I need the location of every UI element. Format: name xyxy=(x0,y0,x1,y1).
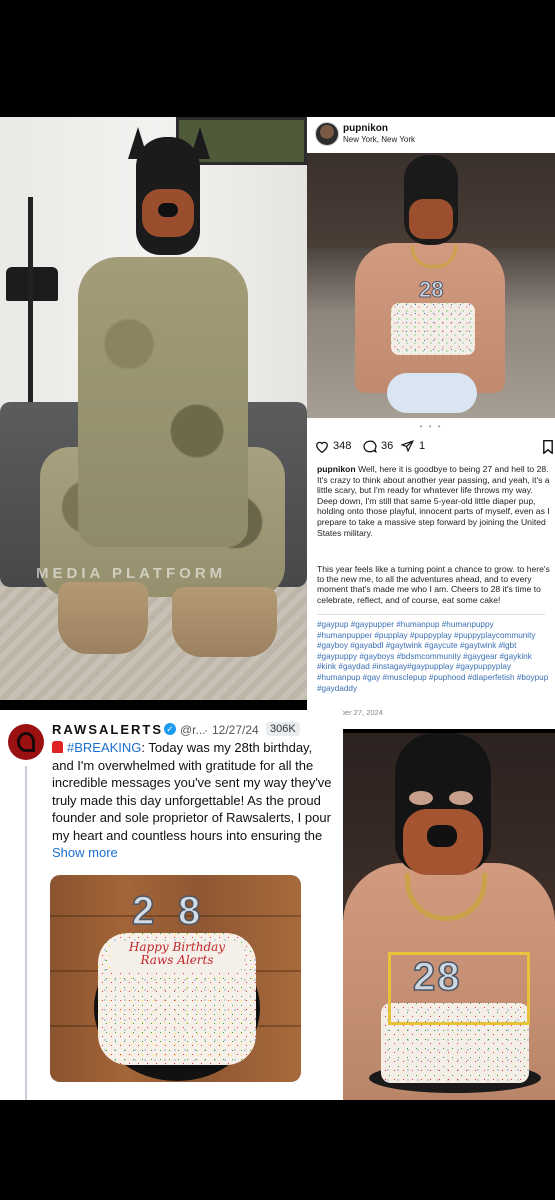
boot-left xyxy=(58,582,148,654)
watermark: MEDIA PLATFORM xyxy=(36,565,227,582)
post-hashtags[interactable]: #gaypup #gaypupper #humanpup #humanpuppy… xyxy=(317,620,549,694)
comment-count: 36 xyxy=(381,440,394,452)
photo-cake-closeup: 28 xyxy=(343,733,555,1100)
tweet-date[interactable]: 12/27/24 xyxy=(212,723,259,737)
siren-icon xyxy=(52,741,63,753)
post-username[interactable]: pupnikon xyxy=(343,123,388,134)
caption-text: Well, here it is goodbye to being 27 and… xyxy=(317,464,550,538)
carousel-dots[interactable]: • • • xyxy=(307,422,555,431)
post-location[interactable]: New York, New York xyxy=(343,135,415,144)
caption-username[interactable]: pupnikon xyxy=(317,464,356,474)
action-bar: 348 36 1 xyxy=(315,437,553,459)
tweet-body: : Today was my 28th birthday, and I'm ov… xyxy=(52,740,332,843)
avatar[interactable] xyxy=(8,724,44,760)
post-caption-continued: This year feels like a turning point a c… xyxy=(317,564,550,605)
post-header: pupnikon New York, New York xyxy=(307,117,555,153)
show-more-link[interactable]: Show more xyxy=(52,845,118,860)
tweet-card: RAWSALERTS ✓ @r... · 12/27/24 306K #BREA… xyxy=(0,710,343,1100)
handle[interactable]: @r... xyxy=(180,723,206,737)
separator: · xyxy=(204,723,208,737)
post-caption: pupnikon Well, here it is goodbye to bei… xyxy=(317,464,553,538)
cake-message: Happy Birthday Raws Alerts xyxy=(128,940,226,967)
hood-nose xyxy=(158,203,178,217)
candle-number: 28 xyxy=(418,277,444,303)
camo-uniform xyxy=(78,257,248,547)
bookmark-icon[interactable] xyxy=(543,440,553,457)
wood-plank-line xyxy=(50,915,301,917)
highlight-box xyxy=(388,952,530,1025)
eye-left xyxy=(409,791,433,805)
like-count: 348 xyxy=(333,440,352,452)
hood-muzzle xyxy=(409,199,453,239)
divider xyxy=(317,614,545,615)
display-name[interactable]: RAWSALERTS xyxy=(52,722,163,737)
boot-right xyxy=(172,587,277,657)
verified-icon: ✓ xyxy=(164,723,176,735)
candle-two: 2 xyxy=(131,888,155,934)
hood-nose xyxy=(427,825,457,847)
thread-line xyxy=(25,766,27,1100)
tweet-image[interactable]: Happy Birthday Raws Alerts 2 8 xyxy=(50,875,301,1082)
eye-right xyxy=(449,791,473,805)
share-icon[interactable] xyxy=(400,440,415,456)
comment-icon[interactable] xyxy=(363,440,378,456)
candle-eight: 8 xyxy=(177,888,201,934)
rawsalerts-logo-icon xyxy=(17,732,35,752)
view-count: 306K xyxy=(266,722,300,736)
diaper xyxy=(387,373,477,413)
instagram-post: pupnikon New York, New York 28 • • • 348… xyxy=(307,117,555,729)
tweet-text: #BREAKING: Today was my 28th birthday, a… xyxy=(52,739,334,862)
share-count: 1 xyxy=(419,440,426,452)
avatar[interactable] xyxy=(315,122,339,146)
post-photo[interactable]: 28 xyxy=(307,153,555,418)
heart-icon[interactable] xyxy=(315,440,329,456)
hashtag-link[interactable]: #BREAKING xyxy=(67,740,141,755)
birthday-cake xyxy=(391,303,475,355)
photo-camo-puphood: MEDIA PLATFORM xyxy=(0,117,307,700)
